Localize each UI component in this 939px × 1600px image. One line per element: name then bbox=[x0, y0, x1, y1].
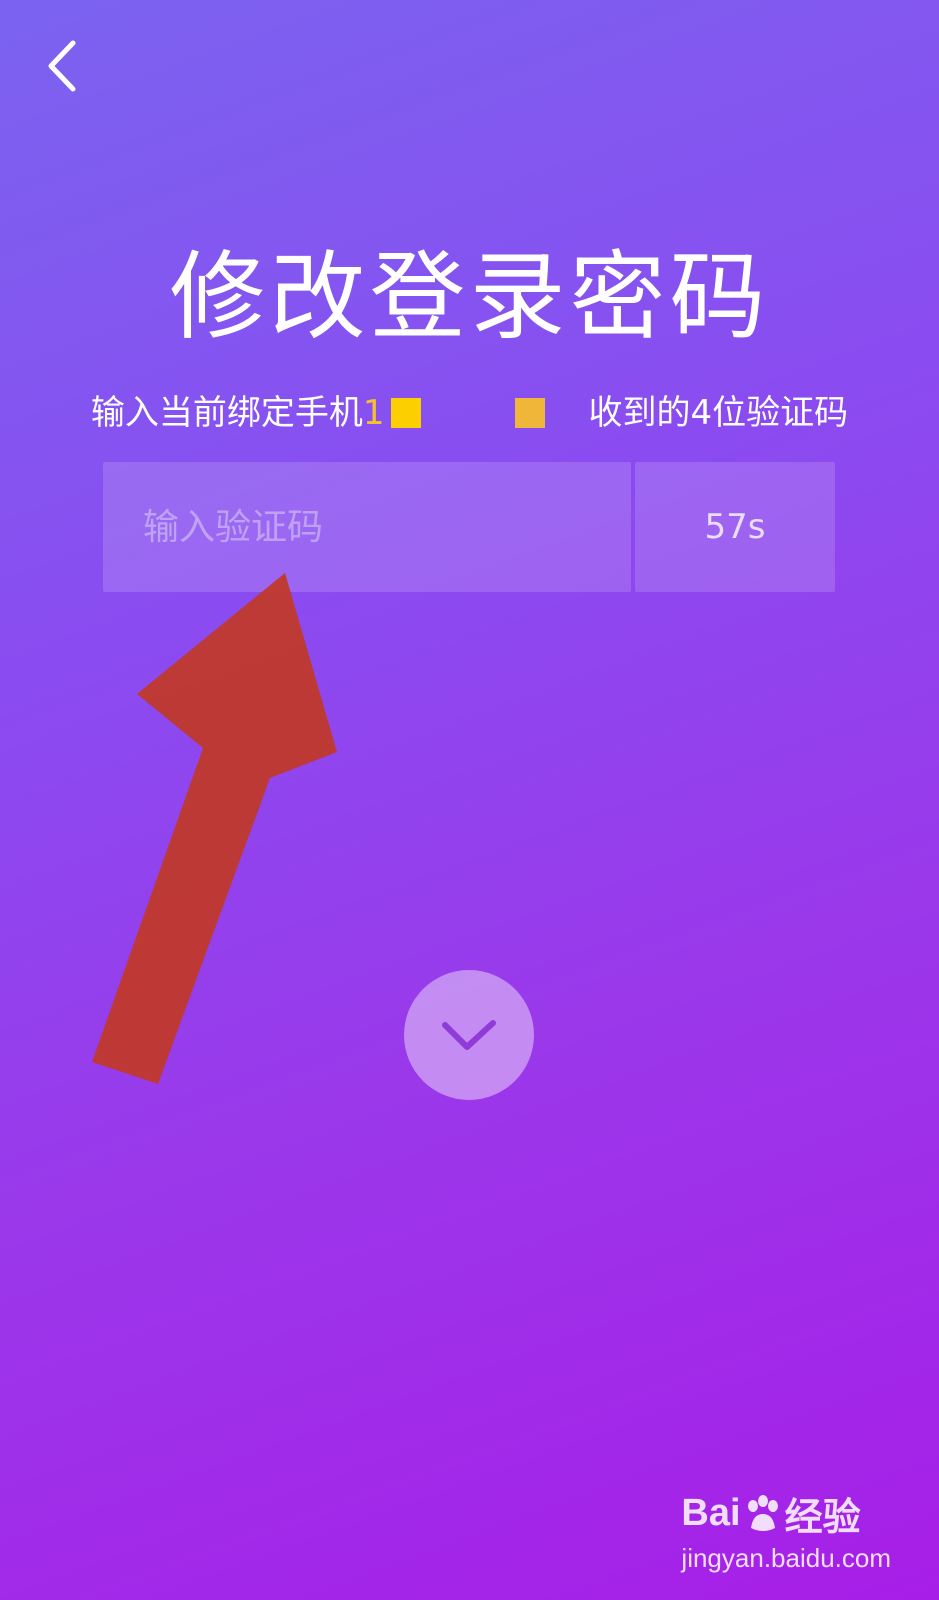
back-button[interactable] bbox=[38, 36, 86, 96]
chevron-left-icon bbox=[48, 40, 76, 92]
resend-countdown-button[interactable]: 57s bbox=[635, 462, 835, 592]
watermark-logo: Bai 经验 bbox=[681, 1486, 891, 1541]
bound-phone-number: 1 bbox=[362, 393, 385, 433]
verification-code-input[interactable] bbox=[103, 462, 631, 592]
paw-icon bbox=[747, 1494, 778, 1531]
watermark-url: jingyan.baidu.com bbox=[681, 1543, 891, 1573]
baidu-jingyan-watermark: Bai 经验 jingyan.baidu.com bbox=[681, 1486, 891, 1574]
instruction-suffix: 收到的4位验证码 bbox=[588, 393, 849, 433]
redaction-mark bbox=[390, 398, 421, 428]
confirm-button[interactable] bbox=[404, 970, 534, 1100]
checkmark-icon bbox=[442, 1020, 496, 1050]
redaction-mark bbox=[514, 398, 545, 428]
countdown-label: 57s bbox=[704, 507, 766, 547]
page-title: 修改登录密码 bbox=[169, 241, 770, 353]
watermark-brand-suffix: 经验 bbox=[784, 1497, 861, 1539]
watermark-brand: Bai bbox=[681, 1492, 741, 1534]
instruction-prefix: 输入当前绑定手机 bbox=[90, 393, 363, 433]
verification-row: 57s bbox=[103, 462, 835, 592]
instruction-text: 输入当前绑定手机1 收到的4位验证码 bbox=[0, 388, 939, 438]
